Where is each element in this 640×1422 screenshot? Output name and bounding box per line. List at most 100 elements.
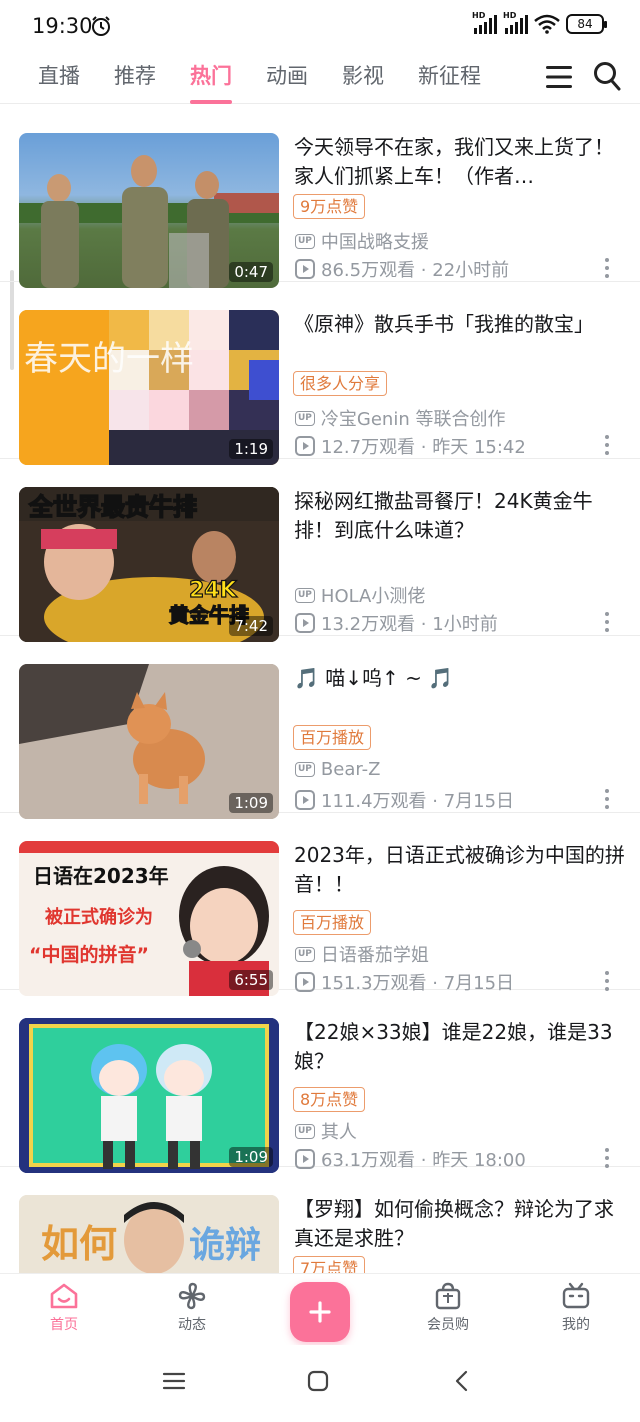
app-screen: 19:30 HD HD 84 直播 推荐 热门 动画 影视 新征程 0:47 今…	[0, 0, 640, 1422]
back-icon[interactable]	[450, 1369, 474, 1393]
nav-vip-shop[interactable]: 会员购	[408, 1282, 488, 1334]
video-title[interactable]: 【罗翔】如何偷换概念？辩论为了求真还是求胜？	[294, 1195, 626, 1253]
video-card[interactable]: 春天的一样 1:19 《原神》散兵手书「我推的散宝」 很多人分享 UP 冷宝Ge…	[0, 282, 640, 465]
svg-text:被正式确诊为: 被正式确诊为	[45, 906, 153, 928]
uploader-line[interactable]: UP 其人	[295, 1118, 357, 1144]
home-icon	[50, 1283, 78, 1309]
wifi-icon	[534, 14, 560, 34]
tabs-fade	[490, 60, 540, 100]
svg-text:春天的一样: 春天的一样	[24, 339, 194, 379]
video-card[interactable]: 1:09 【22娘×33娘】谁是22娘，谁是33娘？ 8万点赞 UP 其人 63…	[0, 990, 640, 1173]
video-badge: 9万点赞	[293, 194, 366, 219]
video-card[interactable]: 日语在2023年 被正式确诊为 “中国的拼音” 6:55 2023年，日语正式被…	[0, 813, 640, 996]
video-feed[interactable]: 0:47 今天领导不在家，我们又来上货了！家人们抓紧上车！（作者… 9万点赞 U…	[0, 105, 640, 1273]
nav-dynamic[interactable]: 动态	[152, 1282, 232, 1334]
play-count-icon	[295, 790, 315, 810]
search-icon[interactable]	[592, 60, 622, 92]
stats-text: 111.4万观看 · 7月15日	[321, 791, 515, 812]
video-thumbnail[interactable]: 日语在2023年 被正式确诊为 “中国的拼音” 6:55	[19, 841, 279, 996]
video-badge: 7万点赞	[293, 1256, 366, 1273]
up-tag-icon: UP	[295, 1123, 315, 1139]
uploader-name: 中国战略支援	[320, 232, 429, 253]
tab-live[interactable]: 直播	[38, 60, 80, 104]
video-card[interactable]: 1:09 🎵 喵↓呜↑ ~ 🎵 百万播放 UP Bear-Z 111.4万观看 …	[0, 636, 640, 819]
home-square-icon[interactable]	[306, 1369, 330, 1393]
more-options-icon[interactable]	[602, 257, 612, 279]
tab-new-journey[interactable]: 新征程	[418, 60, 481, 104]
uploader-line[interactable]: UP HOLA小测佬	[295, 582, 425, 608]
video-duration: 7:42	[229, 616, 273, 636]
play-count-icon	[295, 436, 315, 456]
play-count-icon	[295, 972, 315, 992]
video-duration: 1:09	[229, 1147, 273, 1167]
tab-film[interactable]: 影视	[342, 60, 384, 104]
video-thumbnail[interactable]: 如何 诡辩	[19, 1195, 279, 1273]
system-navigation-bar	[0, 1345, 640, 1422]
uploader-line[interactable]: UP 中国战略支援	[295, 228, 429, 254]
svg-text:“中国的拼音”: “中国的拼音”	[29, 943, 149, 966]
up-tag-icon: UP	[295, 762, 315, 777]
status-indicators: HD HD 84	[472, 11, 607, 34]
video-stats: 111.4万观看 · 7月15日	[295, 787, 514, 813]
video-title[interactable]: 🎵 喵↓呜↑ ~ 🎵	[294, 664, 626, 693]
video-title[interactable]: 今天领导不在家，我们又来上货了！家人们抓紧上车！（作者…	[294, 133, 626, 191]
play-count-icon	[295, 259, 315, 279]
video-card[interactable]: 全世界最贵牛排 24K 黄金牛排 7:42 探秘网红撒盐哥餐厅！24K黄金牛排！…	[0, 459, 640, 642]
status-bar: 19:30 HD HD 84	[0, 0, 640, 56]
uploader-line[interactable]: UP 冷宝Genin 等联合创作	[295, 405, 505, 431]
more-options-icon[interactable]	[602, 434, 612, 456]
more-options-icon[interactable]	[602, 1147, 612, 1169]
recent-apps-icon[interactable]	[162, 1369, 186, 1393]
video-thumbnail[interactable]: 0:47	[19, 133, 279, 288]
uploader-name: 日语番茄学姐	[320, 945, 429, 966]
video-card[interactable]: 0:47 今天领导不在家，我们又来上货了！家人们抓紧上车！（作者… 9万点赞 U…	[0, 105, 640, 288]
video-title[interactable]: 2023年，日语正式被确诊为中国的拼音！！	[294, 841, 626, 899]
video-badge: 百万播放	[293, 910, 372, 935]
nav-home[interactable]: 首页	[24, 1282, 104, 1334]
uploader-line[interactable]: UP 日语番茄学姐	[295, 941, 429, 967]
stats-text: 86.5万观看 · 22小时前	[321, 260, 510, 281]
video-duration: 1:19	[229, 439, 273, 459]
nav-mine[interactable]: 我的	[536, 1282, 616, 1334]
signal-strength-icon-2: HD	[503, 11, 528, 34]
video-badge: 8万点赞	[293, 1087, 366, 1112]
video-title[interactable]: 探秘网红撒盐哥餐厅！24K黄金牛排！到底什么味道？	[294, 487, 626, 545]
signal-strength-icon: HD	[472, 11, 497, 34]
stats-text: 13.2万观看 · 1小时前	[321, 614, 498, 635]
more-options-icon[interactable]	[602, 970, 612, 992]
uploader-line[interactable]: UP Bear-Z	[295, 759, 380, 780]
video-badge: 百万播放	[293, 725, 372, 750]
tab-hot[interactable]: 热门	[190, 60, 232, 104]
publish-button[interactable]	[290, 1282, 350, 1342]
svg-text:24K: 24K	[189, 578, 238, 603]
video-stats: 86.5万观看 · 22小时前	[295, 256, 509, 282]
shopping-bag-icon	[435, 1282, 461, 1310]
svg-text:诡辩: 诡辩	[189, 1225, 261, 1266]
stats-text: 12.7万观看 · 昨天 15:42	[321, 437, 526, 458]
battery-indicator: 84	[566, 14, 607, 34]
status-time: 19:30	[32, 14, 93, 38]
video-thumbnail[interactable]: 全世界最贵牛排 24K 黄金牛排 7:42	[19, 487, 279, 642]
video-card[interactable]: 如何 诡辩 【罗翔】如何偷换概念？辩论为了求真还是求胜？ 7万点赞	[0, 1167, 640, 1273]
more-options-icon[interactable]	[602, 788, 612, 810]
channel-tabs: 直播 推荐 热门 动画 影视 新征程	[38, 60, 538, 104]
video-title[interactable]: 【22娘×33娘】谁是22娘，谁是33娘？	[294, 1018, 626, 1076]
menu-icon[interactable]	[544, 64, 574, 90]
plus-icon	[309, 1301, 331, 1323]
nav-home-label: 首页	[50, 1317, 78, 1333]
video-thumbnail[interactable]: 1:09	[19, 664, 279, 819]
play-count-icon	[295, 613, 315, 633]
tab-recommend[interactable]: 推荐	[114, 60, 156, 104]
tab-anime[interactable]: 动画	[266, 60, 308, 104]
video-thumbnail[interactable]: 1:09	[19, 1018, 279, 1173]
svg-text:全世界最贵牛排: 全世界最贵牛排	[28, 493, 197, 521]
more-options-icon[interactable]	[602, 611, 612, 633]
video-badge: 很多人分享	[293, 371, 388, 396]
up-tag-icon: UP	[295, 233, 315, 249]
nav-dynamic-label: 动态	[178, 1317, 206, 1333]
uploader-name: Bear-Z	[320, 759, 381, 780]
video-thumbnail[interactable]: 春天的一样 1:19	[19, 310, 279, 465]
nav-vip-shop-label: 会员购	[427, 1317, 469, 1333]
video-title[interactable]: 《原神》散兵手书「我推的散宝」	[294, 310, 626, 339]
video-duration: 1:09	[229, 793, 273, 813]
